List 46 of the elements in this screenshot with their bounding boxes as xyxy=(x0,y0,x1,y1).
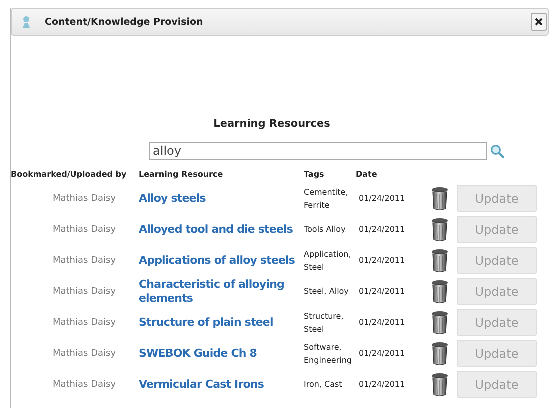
date-text: 01/24/2011 xyxy=(358,318,406,327)
tags-text: Iron, Cast xyxy=(304,379,342,391)
search-field[interactable]: alloy xyxy=(149,142,487,160)
author-name: Mathias Daisy xyxy=(52,318,116,328)
resource-link[interactable]: Alloy steels xyxy=(139,192,206,206)
column-header: Date xyxy=(356,169,378,181)
author-name: Mathias Daisy xyxy=(52,256,116,266)
trash-icon[interactable] xyxy=(431,186,449,210)
column-header: Tags xyxy=(304,169,326,181)
tags-text: Tools Alloy xyxy=(304,224,346,236)
trash-icon[interactable] xyxy=(431,310,449,334)
tags-text: Application, Steel xyxy=(304,248,352,274)
trash-icon[interactable] xyxy=(431,280,449,304)
close-button[interactable] xyxy=(531,13,547,31)
author-name: Mathias Daisy xyxy=(52,224,116,234)
trash-icon[interactable] xyxy=(431,218,449,242)
person-icon xyxy=(22,16,31,28)
author-name: Mathias Daisy xyxy=(52,348,116,358)
trash-icon[interactable] xyxy=(431,248,449,272)
column-header: Bookmarked/Uploaded by xyxy=(11,169,128,181)
tags-text: Cementite, Ferrite xyxy=(304,186,350,212)
date-text: 01/24/2011 xyxy=(358,349,406,358)
resource-link[interactable]: Structure of plain steel xyxy=(139,316,274,330)
close-icon[interactable] xyxy=(535,18,543,26)
trash-icon[interactable] xyxy=(431,372,449,396)
date-text: 01/24/2011 xyxy=(358,256,406,265)
search-icon[interactable] xyxy=(490,144,505,158)
resource-link[interactable]: Applications of alloy steels xyxy=(139,254,296,268)
tags-text: Software, Engineering xyxy=(304,342,353,366)
resource-link[interactable]: Characteristic of alloying elements xyxy=(139,278,304,306)
tags-text: Steel, Alloy xyxy=(304,286,349,298)
column-header: Learning Resource xyxy=(139,169,224,181)
author-name: Mathias Daisy xyxy=(52,286,116,296)
section-heading: Learning Resources xyxy=(212,118,332,130)
trash-icon[interactable] xyxy=(431,342,449,366)
author-name: Mathias Daisy xyxy=(52,194,116,204)
resource-link[interactable]: Vermicular Cast Irons xyxy=(139,378,264,392)
resource-link[interactable]: Alloyed tool and die steels xyxy=(139,222,294,236)
date-text: 01/24/2011 xyxy=(358,380,406,389)
author-name: Mathias Daisy xyxy=(52,380,116,390)
window-title: Content/Knowledge Provision xyxy=(45,16,204,28)
resource-link[interactable]: SWEBOK Guide Ch 8 xyxy=(139,346,258,360)
tags-text: Structure, Steel xyxy=(304,310,345,336)
date-text: 01/24/2011 xyxy=(358,287,406,296)
date-text: 01/24/2011 xyxy=(358,194,406,203)
date-text: 01/24/2011 xyxy=(358,225,406,234)
